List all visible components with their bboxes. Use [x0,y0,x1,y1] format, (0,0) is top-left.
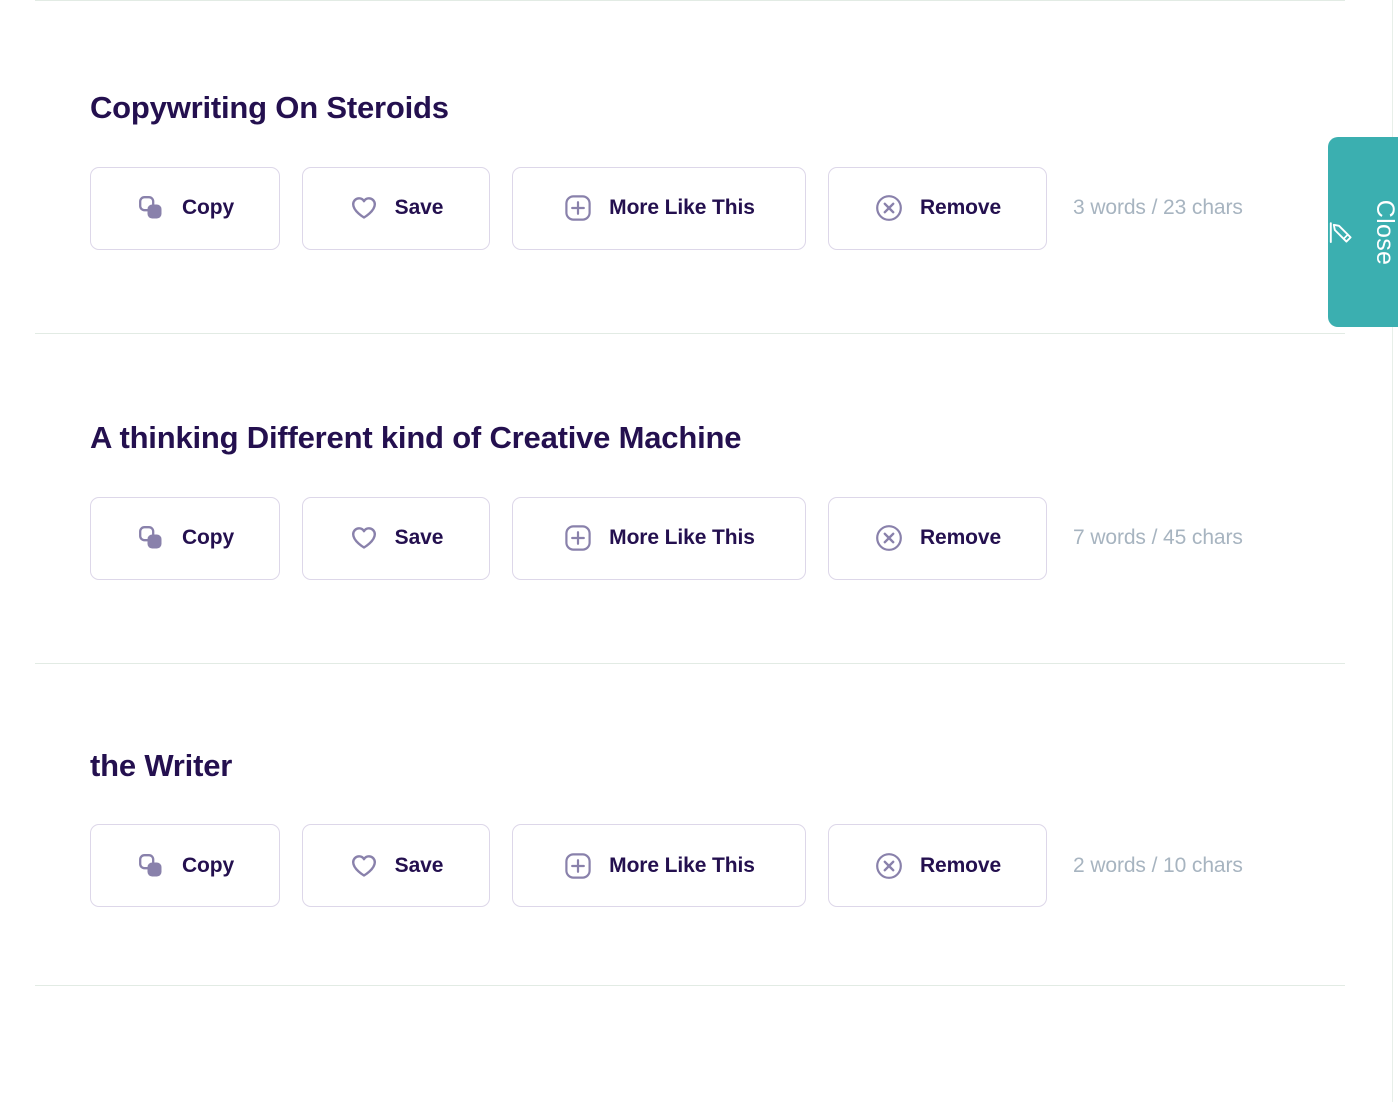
result-item: the Writer Copy Save More Like This Remo… [0,664,1345,986]
more-like-this-button[interactable]: More Like This [512,824,806,908]
more-like-this-button-label: More Like This [609,526,755,549]
result-actions: Copy Save More Like This [0,496,1345,580]
result-title: Copywriting On Steroids [90,90,449,125]
circle-x-icon [874,851,904,881]
remove-button-label: Remove [919,853,1002,877]
copy-icon [136,523,166,553]
more-like-this-button-label: More Like This [609,853,755,877]
copy-icon [136,193,166,223]
result-item: A thinking Different kind of Creative Ma… [0,334,1345,663]
remove-button-label: Remove [919,196,1002,220]
copy-icon [136,851,166,881]
copy-button[interactable]: Copy [90,824,280,908]
copy-button-label: Copy [181,196,235,220]
copy-button[interactable]: Copy [90,496,280,580]
result-actions: Copy Save More Like This [0,824,1345,908]
heart-icon [349,193,379,223]
result-title: A thinking Different kind of Creative Ma… [90,419,742,455]
more-like-this-button-label: More Like This [609,196,755,220]
result-item: Copywriting On Steroids Copy Save More L… [0,1,1345,333]
close-panel-tab-label: Close [1371,199,1398,265]
heart-icon [349,523,379,553]
copy-button[interactable]: Copy [90,166,280,250]
circle-x-icon [874,193,904,223]
save-button[interactable]: Save [302,166,490,250]
item-spacer [0,907,1345,985]
result-title: the Writer [90,747,233,783]
remove-button[interactable]: Remove [828,166,1047,250]
word-char-count: 7 words / 45 chars [1073,526,1243,549]
plus-square-icon [563,523,593,553]
word-char-count: 3 words / 23 chars [1073,196,1243,220]
remove-button[interactable]: Remove [828,496,1047,580]
save-button-label: Save [394,853,444,877]
save-button[interactable]: Save [302,496,490,580]
result-actions: Copy Save More Like This [0,166,1345,250]
more-like-this-button[interactable]: More Like This [512,496,806,580]
close-panel-tab[interactable]: Close [1328,137,1398,327]
circle-x-icon [874,523,904,553]
list-divider-bottom [35,985,1345,987]
results-list: Copywriting On Steroids Copy Save More L… [0,0,1345,987]
plus-square-icon [563,851,593,881]
remove-button-label: Remove [919,526,1002,549]
save-button-label: Save [394,526,444,549]
heart-icon [349,851,379,881]
save-button[interactable]: Save [302,824,490,908]
close-panel-tab-content: Close [1328,199,1398,265]
item-spacer [0,250,1345,333]
word-char-count: 2 words / 10 chars [1073,853,1243,877]
item-spacer [0,580,1345,663]
copy-button-label: Copy [181,853,235,877]
pencil-edit-icon [1328,217,1356,247]
remove-button[interactable]: Remove [828,824,1047,908]
save-button-label: Save [394,196,444,220]
plus-square-icon [563,193,593,223]
copy-button-label: Copy [181,526,235,549]
more-like-this-button[interactable]: More Like This [512,166,806,250]
